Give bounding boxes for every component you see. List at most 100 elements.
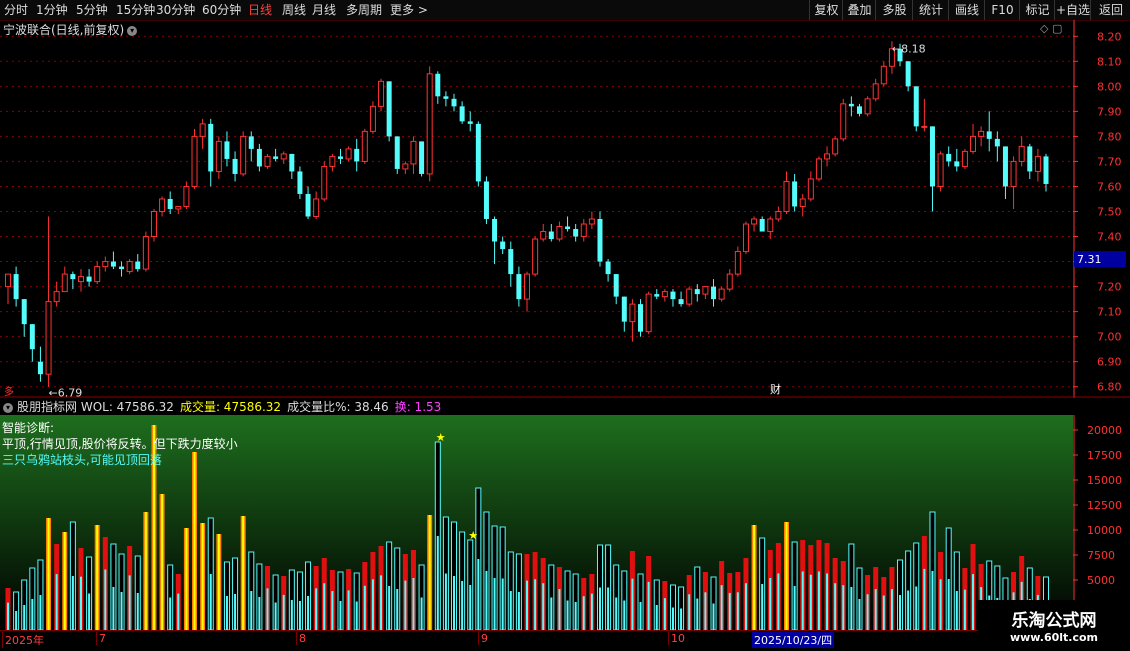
candle[interactable]: [937, 151, 944, 192]
volume-bar[interactable]: [491, 525, 498, 630]
volume-bar[interactable]: [29, 567, 36, 630]
volume-bar[interactable]: [362, 562, 368, 630]
volume-bar[interactable]: [735, 572, 741, 630]
volume-bar[interactable]: [751, 525, 757, 630]
volume-bar[interactable]: [581, 578, 587, 630]
candle[interactable]: [329, 153, 336, 172]
volume-bar[interactable]: [167, 564, 174, 630]
toolbar-button-2[interactable]: 多股: [875, 0, 913, 20]
candle[interactable]: [516, 266, 522, 307]
toolbar-button-1[interactable]: 叠加: [842, 0, 876, 20]
indicator-menu-icon[interactable]: ▾: [3, 402, 13, 413]
volume-bar[interactable]: [800, 540, 806, 630]
volume-bar[interactable]: [784, 522, 789, 630]
volume-bar[interactable]: [945, 527, 952, 630]
candle[interactable]: [824, 146, 831, 167]
candle[interactable]: [483, 176, 489, 225]
volume-bar[interactable]: [540, 558, 546, 630]
volume-bar[interactable]: [54, 544, 60, 630]
candle[interactable]: [645, 291, 652, 335]
candle[interactable]: [954, 148, 960, 172]
candle[interactable]: [126, 259, 133, 275]
candle[interactable]: [880, 61, 887, 87]
candle[interactable]: [588, 211, 595, 230]
volume-bar[interactable]: [13, 591, 20, 630]
volume-bar[interactable]: [499, 526, 506, 630]
candle[interactable]: [1002, 146, 1008, 199]
volume-bar[interactable]: [321, 558, 327, 630]
candle[interactable]: [240, 131, 247, 177]
volume-bar[interactable]: [848, 543, 855, 630]
candle[interactable]: [970, 123, 977, 154]
volume-bar[interactable]: [118, 553, 125, 630]
volume-bar[interactable]: [305, 561, 312, 630]
candle[interactable]: [548, 224, 554, 242]
volume-bar[interactable]: [175, 574, 181, 630]
candle[interactable]: [142, 231, 149, 272]
candle[interactable]: [597, 211, 603, 267]
candle[interactable]: [726, 269, 733, 292]
candle[interactable]: [775, 206, 782, 222]
volume-bar[interactable]: [102, 537, 108, 630]
candle[interactable]: [13, 266, 19, 307]
candle[interactable]: [167, 191, 173, 214]
volume-bar[interactable]: [913, 542, 920, 630]
candle[interactable]: [751, 216, 758, 232]
volume-bar[interactable]: [881, 577, 887, 630]
candle[interactable]: [556, 221, 563, 242]
candle[interactable]: [540, 224, 547, 242]
candle[interactable]: [386, 81, 392, 142]
candle[interactable]: [629, 299, 636, 342]
volume-bar[interactable]: [686, 575, 692, 630]
volume-bar[interactable]: [394, 547, 401, 630]
candle[interactable]: [792, 173, 798, 212]
period-tab-10[interactable]: 更多 >: [390, 2, 428, 18]
candle[interactable]: [872, 78, 879, 102]
candle[interactable]: [678, 291, 684, 307]
volume-bar[interactable]: [370, 552, 376, 630]
volume-bar[interactable]: [192, 452, 198, 630]
candle[interactable]: [670, 289, 676, 307]
volume-bar[interactable]: [808, 545, 814, 630]
candle[interactable]: [248, 131, 254, 162]
candle[interactable]: [767, 216, 774, 240]
candle[interactable]: [150, 208, 157, 242]
volume-bar[interactable]: [515, 553, 522, 630]
volume-bar[interactable]: [86, 556, 93, 630]
candle[interactable]: [605, 259, 611, 282]
volume-bar[interactable]: [921, 536, 927, 630]
volume-bar[interactable]: [816, 540, 822, 630]
volume-bar[interactable]: [873, 567, 879, 630]
volume-bar[interactable]: [897, 559, 904, 630]
candle[interactable]: [119, 261, 125, 277]
period-tab-3[interactable]: 15分钟: [116, 2, 155, 18]
candle[interactable]: [905, 61, 911, 92]
toolbar-button-6[interactable]: 标记: [1019, 0, 1055, 20]
candle[interactable]: [686, 286, 693, 307]
volume-bar[interactable]: [200, 523, 206, 630]
candle[interactable]: [702, 286, 709, 300]
volume-bar[interactable]: [694, 566, 701, 630]
candle[interactable]: [848, 96, 854, 117]
volume-bar[interactable]: [78, 548, 84, 630]
candle[interactable]: [1010, 156, 1017, 209]
volume-bar[interactable]: [418, 564, 425, 630]
volume-bar[interactable]: [378, 546, 384, 630]
volume-bar[interactable]: [207, 517, 214, 630]
candle[interactable]: [921, 98, 928, 132]
candlestick-chart[interactable]: 8.208.108.007.907.807.707.607.507.407.30…: [0, 20, 1130, 398]
candle[interactable]: [443, 91, 449, 107]
candle[interactable]: [5, 273, 11, 305]
candle[interactable]: [661, 289, 668, 302]
candle[interactable]: [435, 71, 441, 104]
candle[interactable]: [208, 118, 214, 187]
candle[interactable]: [621, 296, 627, 332]
candle[interactable]: [61, 266, 68, 293]
candle[interactable]: [102, 256, 109, 272]
volume-bar[interactable]: [905, 550, 912, 630]
volume-bar[interactable]: [856, 567, 863, 630]
volume-bar[interactable]: [791, 541, 798, 630]
candle[interactable]: [978, 126, 985, 147]
toolbar-button-5[interactable]: F10: [984, 0, 1020, 20]
candle[interactable]: [654, 289, 660, 300]
